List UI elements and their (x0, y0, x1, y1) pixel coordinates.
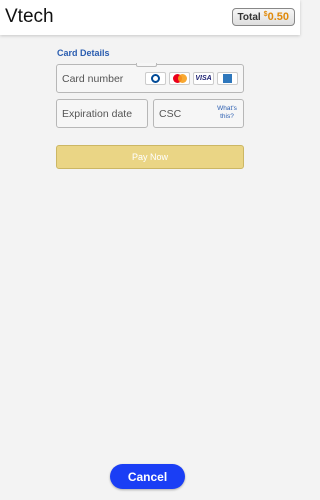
expiration-date-field[interactable]: Expiration date (56, 99, 148, 128)
visa-logo-text: VISA (195, 75, 212, 82)
app-header: Vtech Total $ 0.50 (0, 0, 300, 35)
visa-icon: VISA (193, 72, 214, 85)
cancel-button[interactable]: Cancel (110, 464, 185, 489)
diners-icon (145, 72, 166, 85)
pay-now-button[interactable]: Pay Now (56, 145, 244, 169)
app-title: Vtech (5, 6, 54, 27)
total-badge: Total $ 0.50 (231, 8, 295, 26)
card-logos: VISA (145, 72, 238, 85)
total-amount: $ 0.50 (264, 11, 289, 23)
expiration-date-placeholder: Expiration date (62, 107, 133, 120)
card-details-title: Card Details (57, 48, 110, 58)
whats-this-link[interactable]: What's this? (216, 105, 238, 121)
amex-icon (217, 72, 238, 85)
total-value: 0.50 (267, 11, 289, 23)
mastercard-icon (169, 72, 190, 85)
total-label: Total (237, 11, 261, 23)
csc-field[interactable]: CSC What's this? (153, 99, 244, 128)
field-notch (136, 63, 157, 67)
card-number-placeholder: Card number (62, 72, 124, 85)
card-number-field[interactable]: Card number VISA (56, 63, 244, 93)
csc-placeholder: CSC (159, 107, 182, 120)
